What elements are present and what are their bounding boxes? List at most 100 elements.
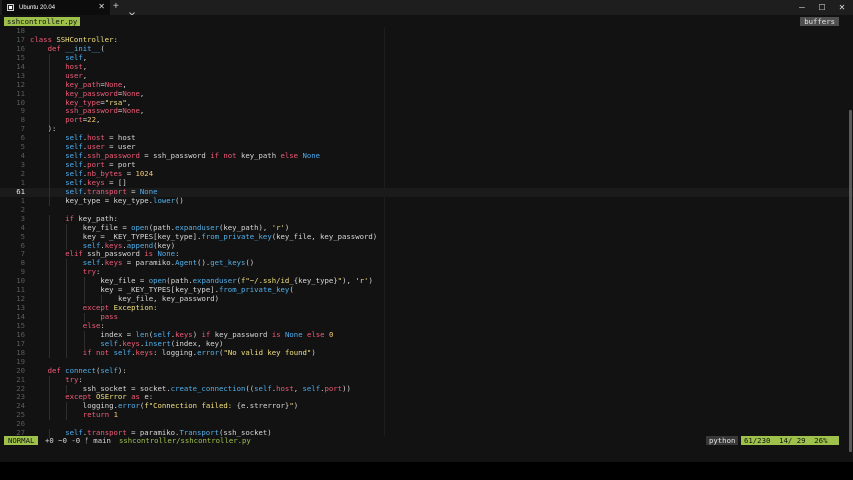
indent-guide (48, 259, 50, 269)
code-token: = [] (104, 177, 127, 187)
minimize-button[interactable]: ─ (792, 0, 812, 15)
indent-guide (66, 286, 68, 296)
code-line[interactable]: 19 (0, 357, 853, 367)
code-token: self (65, 151, 83, 161)
close-tab-icon[interactable]: ✕ (98, 3, 105, 11)
code-token: ssh_password (87, 151, 140, 161)
code-token: = host (104, 133, 136, 143)
code-token: port (324, 383, 343, 393)
code-token: host (65, 61, 83, 71)
code-line[interactable]: 18 (0, 26, 853, 36)
code-line[interactable]: 14 pass (0, 312, 853, 322)
tab-title: Ubuntu 20.04 (19, 4, 56, 11)
indent-guide (48, 143, 50, 153)
code-token: if (65, 213, 74, 223)
code-token: , (139, 88, 145, 98)
code-token: as (131, 392, 140, 402)
code-line[interactable]: 8 port=22, (0, 115, 853, 126)
code-line[interactable]: 20 def connect(self): (0, 365, 853, 376)
code-token: lower (153, 195, 176, 205)
indent-guide (66, 411, 68, 421)
code-token: host (276, 383, 294, 393)
mode-indicator: NORMAL (4, 436, 39, 445)
code-token: len (135, 329, 149, 339)
chevron-down-icon[interactable] (128, 3, 136, 16)
code-token: self (254, 383, 272, 393)
code-line[interactable]: 15 self, (0, 52, 853, 63)
new-tab-button[interactable]: + (113, 1, 119, 13)
code-token: OSError (95, 392, 127, 402)
code-token: except (65, 392, 92, 402)
code-token: port (87, 160, 105, 170)
code-text: ): (47, 124, 57, 134)
close-window-button[interactable]: ✕ (832, 0, 852, 15)
code-token: else (307, 329, 325, 339)
code-token: keys (175, 329, 193, 339)
code-area[interactable]: 18 17 class SSHController: 16 def __init__(1… (0, 26, 853, 439)
code-token: (( (245, 383, 255, 393)
code-token: self (100, 338, 118, 348)
code-token: : (153, 303, 158, 313)
code-token: expanduser (175, 222, 219, 232)
code-token: append (126, 240, 154, 250)
code-token: if (201, 329, 211, 339)
indent-guide (48, 313, 50, 322)
indent-guide (48, 53, 50, 63)
file-path: sshcontroller/sshcontroller.py (119, 436, 251, 445)
code-line[interactable]: 18 if not self.keys: logging.error("No va… (0, 348, 853, 358)
code-token: connect (65, 365, 96, 375)
code-token: key_path: (73, 213, 118, 223)
code-line[interactable]: 1 key_type = key_type.lower() (0, 195, 853, 206)
code-token: insert (144, 338, 171, 348)
git-status: +0 ~0 -0 ᚠ main (45, 436, 111, 445)
indent-guide (66, 223, 68, 233)
code-token: ) (284, 222, 290, 232)
code-token: key_password (65, 88, 118, 98)
code-token: : (78, 374, 83, 384)
code-token: key = _KEY_TYPES[key_type]. (82, 231, 202, 241)
code-text: self.keys = paramiko.Agent().get_keys() (83, 258, 254, 268)
code-token: key_path (236, 151, 281, 161)
code-token: keys (104, 240, 123, 250)
buffer-tab[interactable]: sshcontroller.py (4, 17, 81, 26)
indent-guide (48, 187, 50, 197)
code-token: , (82, 52, 88, 62)
code-line[interactable]: 16 def __init__( (0, 44, 853, 54)
code-token: ssh_socket = socket. (82, 383, 171, 393)
maximize-button[interactable]: ☐ (812, 0, 832, 15)
code-token: keys (122, 338, 140, 348)
code-token: create_connection (170, 383, 246, 393)
terminal-tab[interactable]: Ubuntu 20.04 ✕ (2, 0, 110, 15)
code-line[interactable]: 13 except Exception: (0, 303, 853, 313)
code-line[interactable]: 24 logging.error(f"Connection failed: {e.… (0, 401, 853, 412)
indent-guide (48, 161, 50, 170)
code-token: error (117, 401, 140, 411)
indent-guide (48, 170, 50, 179)
code-line[interactable]: 14 host, (0, 61, 853, 72)
code-line[interactable]: 13 user, (0, 70, 853, 81)
code-token: user (65, 70, 83, 80)
code-token: f"~/.ssh/id_ (241, 276, 294, 286)
code-line[interactable]: 8 self.keys = paramiko.Agent().get_keys() (0, 258, 853, 269)
code-token: ), (342, 276, 356, 286)
code-line[interactable]: 9 ssh_password=None, (0, 106, 853, 117)
code-token: ): (47, 124, 57, 134)
code-token: 1 (113, 410, 118, 420)
code-line[interactable]: 2 (0, 205, 853, 215)
code-line[interactable]: 25 return 1 (0, 410, 853, 421)
code-line[interactable]: 17 class SSHController: (0, 35, 853, 45)
code-line[interactable]: 2 self.nb_bytes = 1024 (0, 169, 853, 179)
code-token: = (122, 169, 136, 178)
code-token: = paramiko. (122, 258, 176, 268)
code-token: : (100, 320, 105, 330)
code-token: ssh_password (65, 106, 118, 116)
indent-guide (48, 348, 50, 358)
code-token: self (82, 240, 101, 250)
code-token: Agent (175, 258, 198, 268)
code-token: self (65, 160, 83, 170)
code-token: key_type (65, 97, 101, 107)
code-token: elif (65, 249, 83, 259)
code-token: else (280, 151, 299, 161)
indent-guide (66, 304, 68, 313)
scrollbar[interactable] (849, 110, 852, 452)
